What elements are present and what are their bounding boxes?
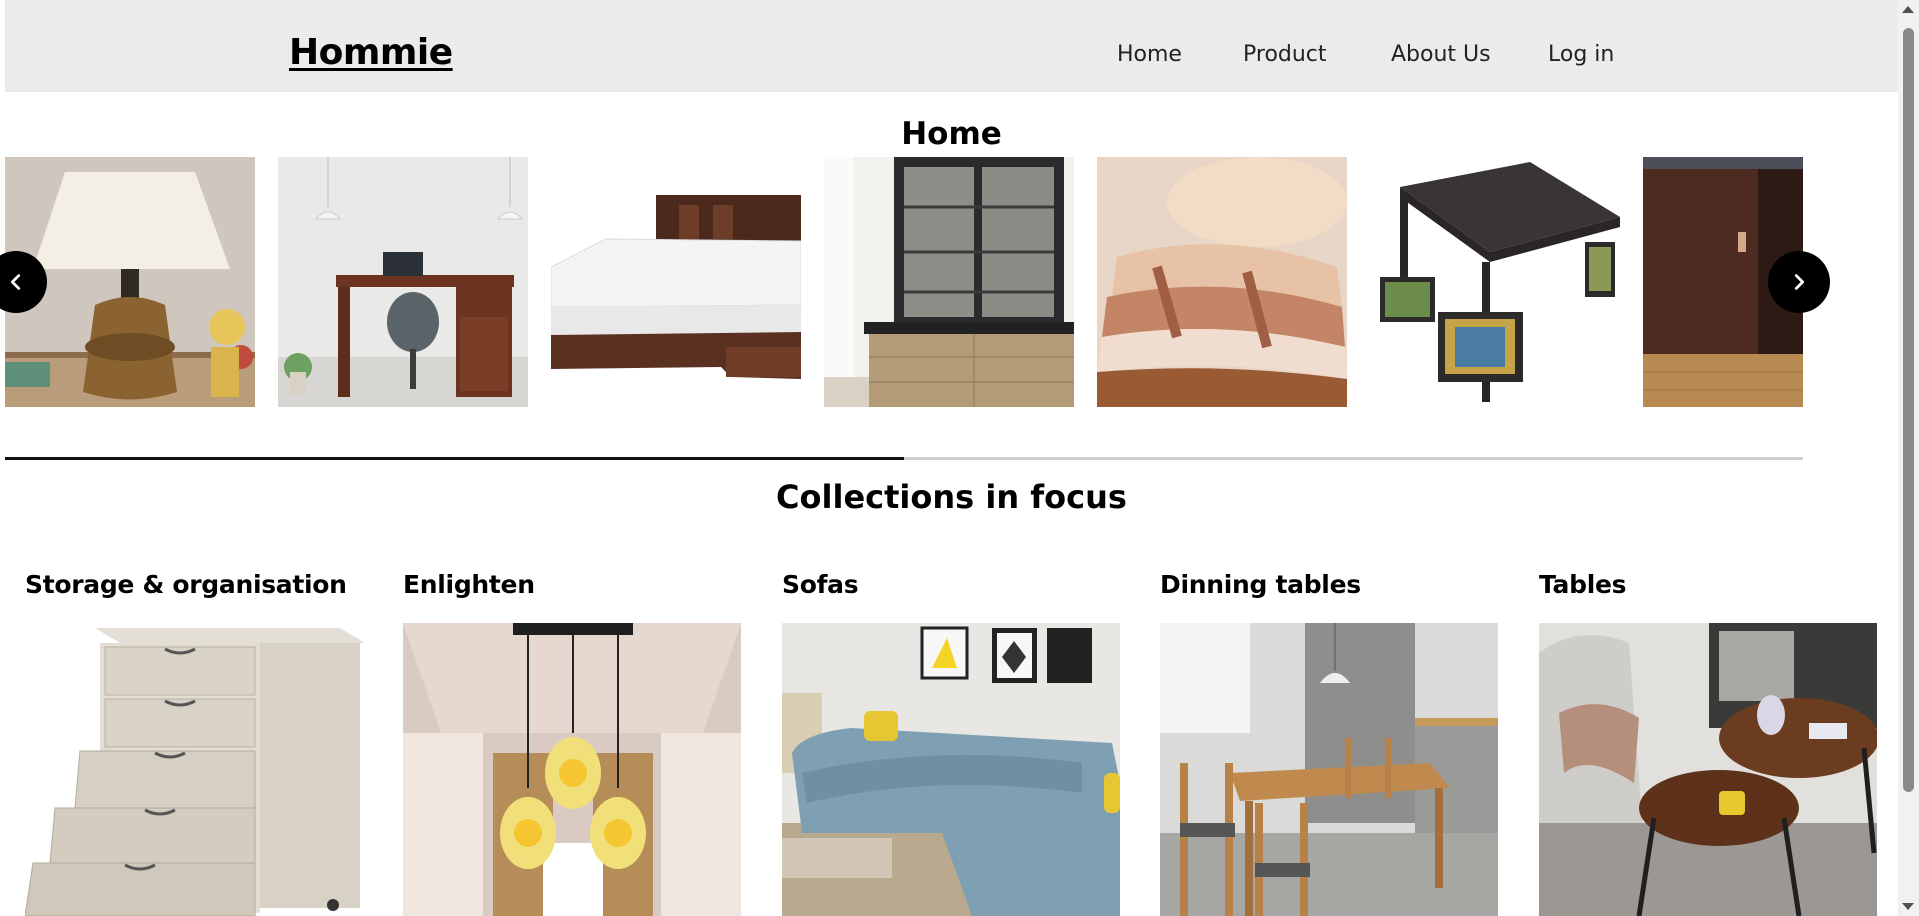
site-header: Hommie Home Product About Us Log in [5, 0, 1898, 92]
collection-label-enlighten[interactable]: Enlighten [403, 570, 535, 599]
nav-about-us[interactable]: About Us [1391, 42, 1491, 67]
study-desk-image [278, 157, 528, 407]
carousel-next-button[interactable] [1768, 251, 1830, 313]
chevron-left-icon [10, 274, 21, 290]
dining-set-image [1370, 157, 1620, 407]
collection-card-dinning-tables[interactable] [1160, 623, 1498, 916]
hero-title: Home [901, 116, 1002, 152]
collection-label-tables[interactable]: Tables [1539, 570, 1627, 599]
scroll-down-icon[interactable] [1902, 903, 1914, 910]
page: Hommie Home Product About Us Log in Home [0, 0, 1898, 916]
slide-display-cabinet[interactable] [824, 157, 1074, 407]
collection-card-sofas[interactable] [782, 623, 1120, 916]
site-logo[interactable]: Hommie [289, 32, 453, 73]
collection-label-sofas[interactable]: Sofas [782, 570, 859, 599]
collection-card-tables[interactable] [1539, 623, 1877, 916]
nav-home[interactable]: Home [1117, 42, 1182, 67]
folded-blankets-image [1097, 157, 1347, 407]
carousel-progress-track[interactable] [5, 457, 1803, 460]
nav-product[interactable]: Product [1243, 42, 1327, 67]
pendant-lights-image [403, 623, 741, 916]
chevron-right-icon [1794, 274, 1805, 290]
wooden-bed-image [551, 157, 801, 407]
slide-dining-set[interactable] [1370, 157, 1620, 407]
sectional-sofa-image [782, 623, 1120, 916]
scroll-up-icon[interactable] [1902, 6, 1914, 13]
collections-title: Collections in focus [776, 478, 1127, 516]
nav-log-in[interactable]: Log in [1548, 42, 1614, 67]
slide-folded-blankets[interactable] [1097, 157, 1347, 407]
collection-card-enlighten[interactable] [403, 623, 741, 916]
drawer-cabinet-image [25, 623, 363, 916]
collection-label-dinning-tables[interactable]: Dinning tables [1160, 570, 1361, 599]
slide-study-desk[interactable] [278, 157, 528, 407]
dining-table-image [1160, 623, 1498, 916]
page-scrollbar[interactable] [1898, 0, 1919, 916]
nesting-tables-image [1539, 623, 1877, 916]
scrollbar-thumb[interactable] [1903, 28, 1914, 792]
slide-wooden-bed[interactable] [551, 157, 801, 407]
collection-label-storage[interactable]: Storage & organisation [25, 570, 347, 599]
collection-card-storage[interactable] [25, 623, 363, 916]
carousel-progress-fill [5, 457, 904, 460]
display-cabinet-image [824, 157, 1074, 407]
